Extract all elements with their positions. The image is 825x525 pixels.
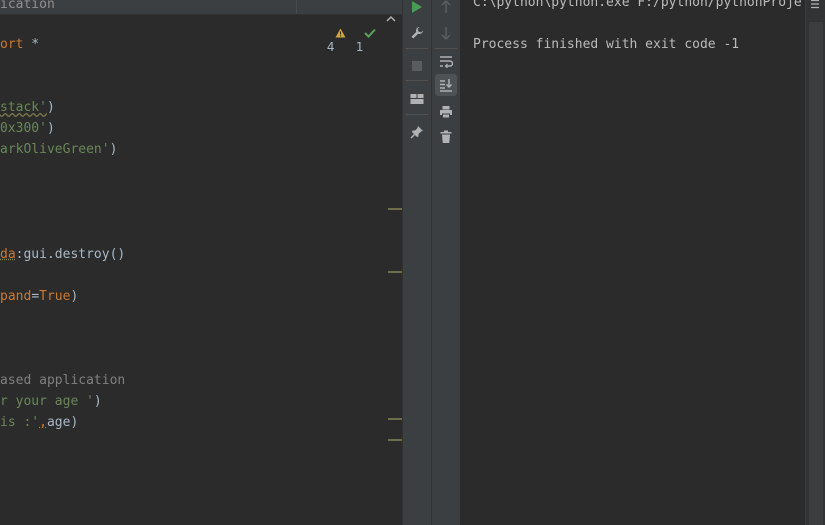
down-arrow-icon[interactable] xyxy=(435,22,457,44)
trash-icon[interactable] xyxy=(435,126,457,148)
code-line: ased application xyxy=(0,373,126,388)
console-command-line: C:\python\python.exe F:/python/pythonPro… xyxy=(473,0,802,10)
code-line: pand=True) xyxy=(0,289,79,304)
error-stripe-mark[interactable] xyxy=(388,208,402,210)
code-line: arkOliveGreen') xyxy=(0,142,118,157)
print-icon[interactable] xyxy=(435,101,457,123)
code-line: r your age ') xyxy=(0,394,102,409)
scroll-to-end-icon[interactable] xyxy=(435,74,457,96)
toolbar-separator xyxy=(406,48,428,49)
toolbar-separator xyxy=(406,114,428,115)
code-line: da:gui.destroy() xyxy=(0,247,126,262)
console-exit-line: Process finished with exit code -1 xyxy=(473,37,740,52)
tab-separator xyxy=(296,0,297,14)
run-console[interactable]: C:\python\python.exe F:/python/pythonPro… xyxy=(460,0,805,525)
editor-tab-title[interactable]: ication xyxy=(0,0,55,12)
chevron-down-icon[interactable] xyxy=(384,0,403,41)
code-line: is :',age) xyxy=(0,415,79,430)
code-line: stack') xyxy=(0,100,55,115)
error-stripe-mark[interactable] xyxy=(388,439,402,441)
error-stripe-mark[interactable] xyxy=(388,271,402,273)
console-scrollbar[interactable] xyxy=(805,0,825,525)
scrollbar-thumb[interactable] xyxy=(809,22,823,525)
toolbar-separator xyxy=(435,48,457,49)
code-line: ort * xyxy=(0,37,40,52)
stop-icon[interactable] xyxy=(406,55,428,77)
code-line: 0x300') xyxy=(0,121,55,136)
run-icon[interactable] xyxy=(406,0,428,18)
menu-icon[interactable] xyxy=(810,0,820,12)
ok-count: 1 xyxy=(355,40,364,54)
soft-wrap-icon[interactable] xyxy=(435,50,457,72)
run-toolbar-left xyxy=(403,0,431,525)
up-arrow-icon[interactable] xyxy=(435,0,457,18)
pin-icon[interactable] xyxy=(406,121,428,143)
toolbar-separator xyxy=(406,80,428,81)
layout-icon[interactable] xyxy=(406,88,428,110)
run-toolbar-right xyxy=(432,0,460,525)
editor-tab-bar: ication 4 1 xyxy=(0,0,403,54)
code-editor[interactable]: ication 4 1 ort * stack') 0x300') arkOli… xyxy=(0,0,403,525)
error-stripe-mark[interactable] xyxy=(388,418,402,420)
wrench-icon[interactable] xyxy=(406,22,428,44)
